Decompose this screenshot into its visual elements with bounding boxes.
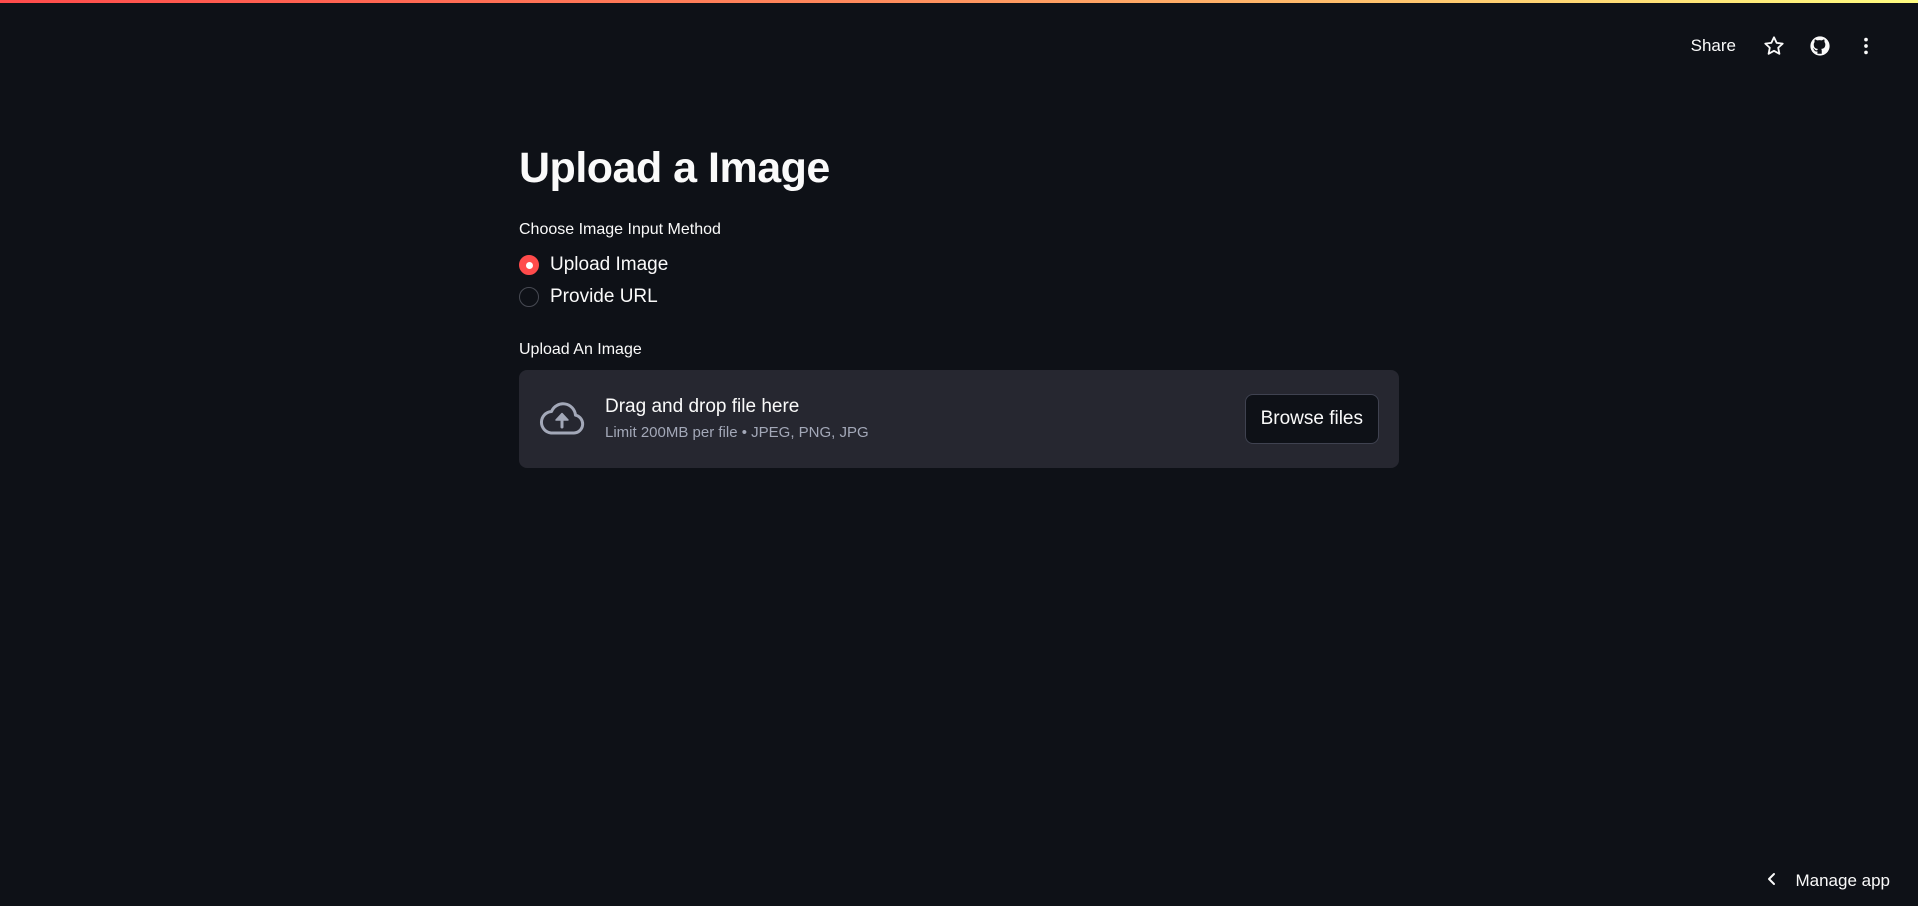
page-title: Upload a Image <box>519 144 830 192</box>
dropzone-title: Drag and drop file here <box>605 396 800 417</box>
main-content: Upload a Image Choose Image Input Method… <box>519 138 1399 468</box>
file-dropzone[interactable]: Drag and drop file here Limit 200MB per … <box>519 370 1399 468</box>
dropzone-text: Drag and drop file here Limit 200MB per … <box>605 394 1245 444</box>
github-icon[interactable] <box>1808 34 1832 58</box>
star-icon[interactable] <box>1762 34 1786 58</box>
top-decoration-stripe <box>0 0 1918 3</box>
manage-app-label: Manage app <box>1795 871 1890 890</box>
input-method-radio-group: Upload Image Provide URL <box>519 254 1399 308</box>
radio-button-checked[interactable] <box>519 255 539 275</box>
file-uploader-label: Upload An Image <box>519 341 642 358</box>
app-toolbar: Share <box>1691 28 1878 64</box>
radio-button-unchecked[interactable] <box>519 287 539 307</box>
kebab-menu-icon[interactable] <box>1854 34 1878 58</box>
radio-option-provide-url[interactable]: Provide URL <box>519 286 1399 308</box>
chevron-left-icon <box>1765 871 1779 891</box>
share-button[interactable]: Share <box>1691 36 1736 56</box>
radio-option-upload-image[interactable]: Upload Image <box>519 254 1399 276</box>
cloud-upload-icon <box>539 396 585 442</box>
radio-group-label: Choose Image Input Method <box>519 221 721 238</box>
browse-files-button[interactable]: Browse files <box>1244 394 1379 444</box>
dropzone-limit-text: Limit 200MB per file • JPEG, PNG, JPG <box>605 424 869 441</box>
radio-dot <box>525 261 533 269</box>
manage-app-button[interactable]: Manage app <box>1765 866 1890 896</box>
radio-option-label: Upload Image <box>550 254 669 275</box>
radio-option-label: Provide URL <box>550 286 658 307</box>
